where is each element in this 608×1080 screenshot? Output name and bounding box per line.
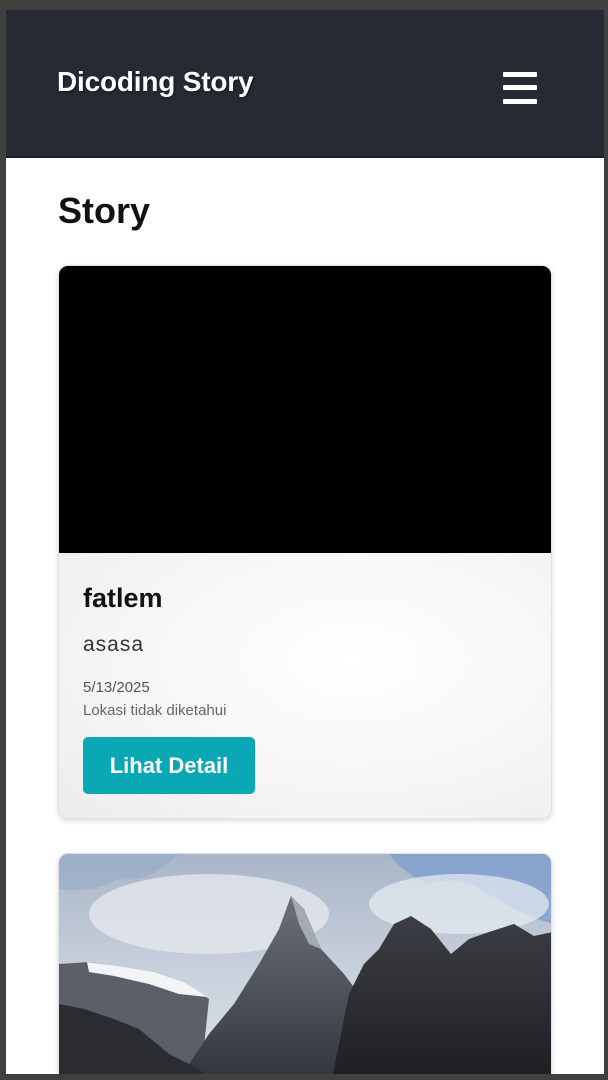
app-viewport: Dicoding Story Story fatlem asasa 5/13/2… (6, 10, 604, 1074)
navbar: Dicoding Story (6, 10, 604, 158)
story-date: 5/13/2025 (83, 679, 150, 696)
story-author-name: fatlem (83, 583, 163, 613)
story-image (59, 854, 551, 1074)
menu-bar (503, 99, 537, 104)
story-location: Lokasi tidak diketahui (83, 702, 227, 719)
menu-bar (503, 72, 537, 77)
story-image (59, 266, 551, 553)
brand-title[interactable]: Dicoding Story (57, 66, 254, 98)
story-description: asasa (83, 633, 145, 656)
view-detail-button[interactable]: Lihat Detail (83, 737, 255, 794)
hamburger-menu-icon[interactable] (494, 66, 546, 110)
story-card (58, 853, 552, 1074)
story-card-body: fatlem asasa 5/13/2025 Lokasi tidak dike… (59, 553, 551, 818)
story-card: fatlem asasa 5/13/2025 Lokasi tidak dike… (58, 265, 552, 819)
page-title: Story (58, 190, 151, 231)
menu-bar (503, 85, 537, 90)
